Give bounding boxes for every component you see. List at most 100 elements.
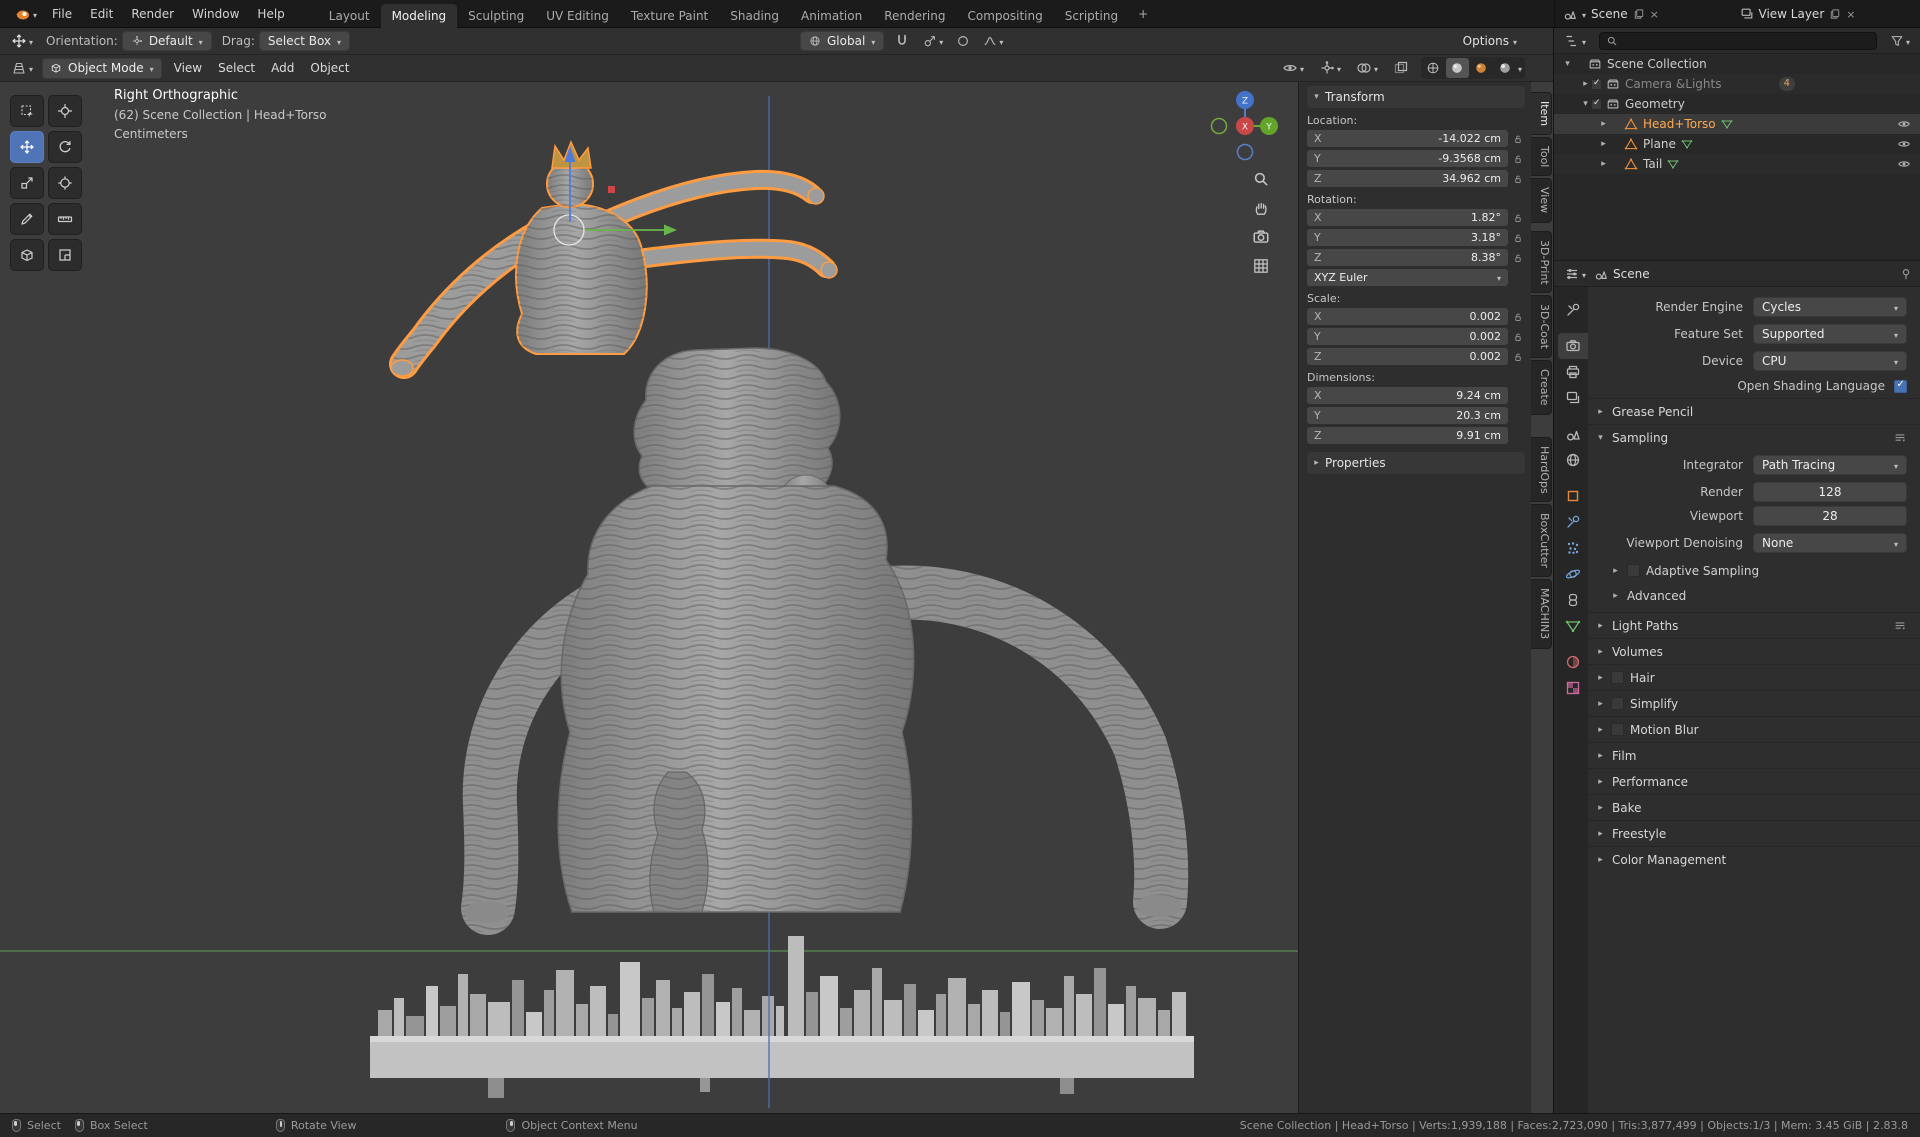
sidebar-tab[interactable]: BoxCutter <box>1531 504 1552 577</box>
properties-tab[interactable] <box>1558 509 1588 535</box>
menu-item[interactable]: File <box>43 0 81 28</box>
new-scene-icon[interactable] <box>1633 8 1645 20</box>
properties-panel-header[interactable]: Simplify <box>1588 690 1920 716</box>
device-dropdown[interactable]: CPU <box>1753 351 1907 371</box>
falloff-dropdown[interactable] <box>980 34 1006 48</box>
navigation-gizmo[interactable]: Z Y X <box>1203 84 1287 168</box>
collection-checkbox[interactable] <box>1591 99 1602 110</box>
tool-button[interactable] <box>10 203 44 235</box>
advanced-subpanel[interactable]: Advanced <box>1588 583 1920 608</box>
feature-set-dropdown[interactable]: Supported <box>1753 324 1907 344</box>
shading-wireframe-button[interactable] <box>1422 58 1445 78</box>
expand-arrow-icon[interactable] <box>1562 59 1573 69</box>
add-workspace-button[interactable]: + <box>1129 7 1157 21</box>
hide-in-viewport-toggle[interactable] <box>1897 137 1911 151</box>
lock-toggle[interactable] <box>1511 154 1525 164</box>
expand-arrow-icon[interactable] <box>1598 139 1609 149</box>
outliner-row[interactable]: Tail <box>1554 154 1920 174</box>
integrator-dropdown[interactable]: Path Tracing <box>1753 455 1907 475</box>
menu-item[interactable]: Edit <box>81 0 122 28</box>
properties-tab[interactable] <box>1558 535 1588 561</box>
lock-toggle[interactable] <box>1511 134 1525 144</box>
properties-panel-header[interactable]: Motion Blur <box>1588 716 1920 742</box>
render-engine-dropdown[interactable]: Cycles <box>1753 297 1907 317</box>
workspace-tab[interactable]: Shading <box>719 4 790 28</box>
panel-checkbox[interactable] <box>1611 671 1624 684</box>
options-dropdown[interactable]: Options <box>1463 34 1517 48</box>
properties-panel-header[interactable]: Grease Pencil <box>1588 398 1920 424</box>
viewport-menu-item[interactable]: Object <box>302 55 357 82</box>
rotation-mode-dropdown[interactable]: XYZ Euler <box>1307 269 1508 286</box>
sidebar-tab[interactable]: 3D-Coat <box>1531 295 1552 358</box>
hide-in-viewport-toggle[interactable] <box>1897 117 1911 131</box>
properties-tab[interactable] <box>1558 333 1588 359</box>
tool-button[interactable] <box>48 239 82 271</box>
properties-tab[interactable] <box>1558 421 1588 447</box>
properties-tab[interactable] <box>1558 649 1588 675</box>
properties-panel-header[interactable]: Performance <box>1588 768 1920 794</box>
workspace-tab[interactable]: UV Editing <box>535 4 620 28</box>
pin-icon[interactable] <box>1899 267 1913 281</box>
render-samples-field[interactable]: 128 <box>1753 482 1907 502</box>
mode-dropdown[interactable]: Object Mode <box>42 58 162 79</box>
lock-toggle[interactable] <box>1511 174 1525 184</box>
expand-arrow-icon[interactable] <box>1598 119 1609 129</box>
workspace-tab[interactable]: Layout <box>318 4 381 28</box>
tool-button[interactable] <box>48 167 82 199</box>
drag-mode-dropdown[interactable]: Select Box <box>259 31 350 51</box>
workspace-tab[interactable]: Modeling <box>381 4 458 28</box>
expand-arrow-icon[interactable] <box>1580 99 1591 109</box>
scene-selector[interactable]: Scene <box>1563 7 1736 21</box>
torso-sculpture[interactable] <box>464 348 1182 923</box>
properties-panel-header[interactable]: Film <box>1588 742 1920 768</box>
sidebar-tab[interactable]: View <box>1531 178 1552 222</box>
lock-toggle[interactable] <box>1511 332 1525 342</box>
sidebar-tab[interactable]: HardOps <box>1531 437 1552 503</box>
preset-icon[interactable] <box>1893 431 1907 445</box>
rotation-field[interactable]: Z8.38° <box>1307 249 1508 266</box>
search-input[interactable] <box>1599 32 1877 50</box>
menu-item[interactable]: Help <box>248 0 293 28</box>
gizmos-dropdown[interactable] <box>1316 60 1344 76</box>
properties-tab[interactable] <box>1558 483 1588 509</box>
properties-panel-header[interactable]: Freestyle <box>1588 820 1920 846</box>
viewport-samples-field[interactable]: 28 <box>1753 506 1907 526</box>
adaptive-sampling-subpanel[interactable]: Adaptive Sampling <box>1588 558 1920 583</box>
outliner-row[interactable]: Geometry <box>1554 94 1920 114</box>
sidebar-tab[interactable]: Item <box>1531 92 1552 135</box>
shading-rendered-button[interactable] <box>1494 58 1517 78</box>
unlink-scene-icon[interactable] <box>1650 7 1659 21</box>
adaptive-sampling-checkbox[interactable] <box>1627 564 1640 577</box>
tool-button[interactable] <box>48 95 82 127</box>
axis-neg-z-handle[interactable] <box>1238 145 1253 160</box>
scale-field[interactable]: X0.002 <box>1307 308 1508 325</box>
toggle-ortho-button[interactable] <box>1252 257 1270 275</box>
tool-button[interactable] <box>10 239 44 271</box>
location-field[interactable]: Z34.962 cm <box>1307 170 1508 187</box>
outliner-row[interactable]: Scene Collection <box>1554 54 1920 74</box>
properties-tab[interactable] <box>1558 561 1588 587</box>
selected-head-torso-object[interactable] <box>391 142 837 376</box>
lock-toggle[interactable] <box>1511 233 1525 243</box>
proportional-edit-toggle[interactable] <box>953 34 973 48</box>
filter-dropdown[interactable] <box>1887 34 1913 48</box>
properties-panel-header[interactable]: Bake <box>1588 794 1920 820</box>
properties-tab[interactable] <box>1558 385 1588 411</box>
pan-button[interactable] <box>1252 199 1270 217</box>
scale-field[interactable]: Y0.002 <box>1307 328 1508 345</box>
shading-solid-button[interactable] <box>1446 58 1469 78</box>
shading-material-button[interactable] <box>1470 58 1493 78</box>
snap-toggle[interactable] <box>891 33 913 49</box>
blender-menu-button[interactable] <box>8 6 43 22</box>
workspace-tab[interactable]: Scripting <box>1054 4 1129 28</box>
preset-icon[interactable] <box>1893 619 1907 633</box>
panel-checkbox[interactable] <box>1611 697 1624 710</box>
sidebar-tab[interactable]: Tool <box>1531 137 1552 176</box>
xray-toggle[interactable] <box>1390 60 1412 76</box>
editor-type-dropdown[interactable] <box>1561 266 1589 282</box>
camera-view-button[interactable] <box>1252 228 1270 246</box>
viewport[interactable]: Right Orthographic (62) Scene Collection… <box>0 82 1553 1113</box>
outliner-row[interactable]: Camera &Lights 4 <box>1554 74 1920 94</box>
expand-arrow-icon[interactable] <box>1580 79 1591 89</box>
properties-panel-header[interactable]: Color Management <box>1588 846 1920 872</box>
